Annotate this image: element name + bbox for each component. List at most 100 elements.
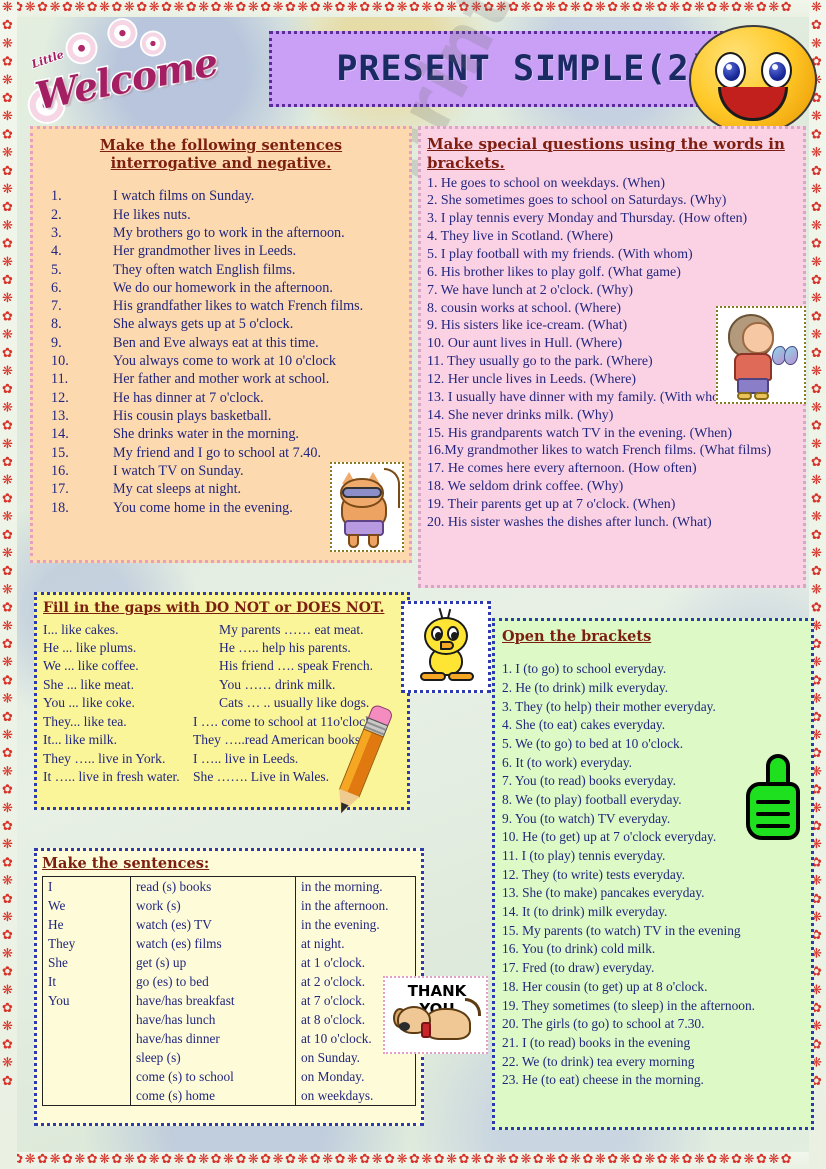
flower-col-left: ❋✿❋✿❋✿❋✿❋✿❋✿❋✿❋✿❋✿❋✿❋✿❋✿❋✿❋✿❋✿❋✿❋✿❋✿❋✿❋✿… [0,0,15,1092]
table-cell-line: They [48,936,76,952]
thumbs-up-icon [740,752,816,848]
cat-sunglasses [342,487,382,498]
border-flowers-top: ❋✿❋✿❋✿❋✿❋✿❋✿❋✿❋✿❋✿❋✿❋✿❋✿❋✿❋✿❋✿❋✿❋✿❋✿❋✿❋✿… [0,0,826,17]
list-item-text: She drinks water in the morning. [113,426,299,443]
list-item-number: 15. [51,444,69,461]
list-item: 5. I play football with my friends. (Wit… [427,246,693,262]
butterfly-wing-right [784,346,798,365]
gap-sentence-left: We ... like coffee. [43,658,139,674]
smiley-eye-right [761,52,792,89]
table-cell-line: get (s) up [136,955,187,971]
tweety-foot-left [420,672,446,681]
list-item: 16. You (to drink) cold milk. [502,941,656,957]
table-cell-line: in the afternoon. [301,898,389,914]
table-cell-line: have/has lunch [136,1012,216,1028]
girl-shoe-right [754,392,769,400]
smiley-pupil-right [769,62,786,81]
table-cell-line: come (s) home [136,1088,216,1104]
list-item: She ... like meat. You …… drink milk. [43,676,401,694]
list-item-text: You always come to work at 10 o'clock [113,353,336,370]
table-cell-line: go (es) to bed [136,974,209,990]
list-item: 11. I (to play) tennis everyday. [502,848,666,863]
list-item: 8. She always gets up at 5 o'clock. [51,315,409,333]
list-item-text: She always gets up at 5 o'clock. [113,316,294,333]
smiley-eye-left [715,52,746,89]
list-item: 12. They (to write) tests everyday. [502,866,685,882]
list-item: 19. They sometimes (to sleep) in the aft… [502,997,755,1013]
list-item-number: 13. [51,408,69,424]
list-item: 5. They often watch English films. [51,261,409,279]
header: Little Welcome PRESENT SIMPLE(2) [17,17,817,135]
smiley-face-icon [689,25,817,135]
table-cell-line: She [48,955,68,971]
list-item: You ... like coke. Cats … .. usually like… [43,694,401,712]
table-cell-line: We [48,898,66,914]
list-item: 15. My parents (to watch) TV in the even… [502,922,741,938]
border-flowers-left: ❋✿❋✿❋✿❋✿❋✿❋✿❋✿❋✿❋✿❋✿❋✿❋✿❋✿❋✿❋✿❋✿❋✿❋✿❋✿❋✿… [0,0,17,1169]
list-item: 15. My friend and I go to school at 7.40. [51,444,409,462]
list-item: We ... like coffee. His friend …. speak F… [43,657,401,675]
list-item: 23. He (to eat) cheese in the morning. [502,1072,704,1088]
gap-sentence-left: She ... like meat. [43,676,134,692]
table-cell-line: It [48,974,57,990]
girl-face [742,322,774,354]
list-item: 6. We do our homework in the afternoon. [51,279,409,297]
list-item-text: I watch TV on Sunday. [113,462,244,479]
list-item-number: 5. [51,261,62,278]
thumb-fist [746,782,800,840]
list-item: 14. It (to drink) milk everyday. [502,904,668,920]
flower-row-top: ❋✿❋✿❋✿❋✿❋✿❋✿❋✿❋✿❋✿❋✿❋✿❋✿❋✿❋✿❋✿❋✿❋✿❋✿❋✿❋✿… [0,0,794,15]
list-item: 3. My brothers go to work in the afternoo… [51,224,409,242]
tweety-foot-right [448,672,474,681]
make-sentences-table: I We He They She It You read (s) books work (s)… [42,876,416,1107]
list-item: 4. They live in Scotland. (Where) [427,229,614,245]
gap-sentence-left: He ... like plums. [43,639,137,655]
list-item-text: Her father and mother work at school. [113,371,330,388]
table-cell-line: have/has dinner [136,1031,220,1047]
list-item-number: 1. [51,188,62,205]
thumb-knuckle-line [756,800,790,804]
table-cell-line: at 1 o'clock. [301,955,366,971]
table-cell-line: come (s) to school [136,1069,234,1085]
thank-you-dog-icon: THANK YOU [383,976,488,1054]
list-item: 4. She (to eat) cakes everyday. [502,717,666,733]
list-item-number: 18. [51,499,69,516]
page-title: PRESENT SIMPLE(2) [336,49,712,89]
list-item-text: You come home in the evening. [113,499,293,516]
list-item: 1. I watch films on Sunday. [51,187,409,205]
list-item-text: His cousin plays basketball. [113,408,272,424]
list-item: 12. He has dinner at 7 o'clock. [51,389,409,407]
list-item-text: He likes nuts. [113,206,191,223]
exercise-title: Make the sentences: [42,855,210,872]
list-item-number: 6. [51,279,62,296]
list-item: 14. She drinks water in the morning. [51,425,409,443]
list-item: 2. He likes nuts. [51,206,409,224]
gap-sentence-left: It ….. live in fresh water. [43,769,180,785]
list-item: 13. She (to make) pancakes everyday. [502,885,705,901]
tweety-beak [440,641,454,650]
dog-body [425,1008,471,1040]
list-item: 17. Fred (to draw) everyday. [502,960,655,976]
list-item-text: He has dinner at 7 o'clock. [113,389,264,406]
list-item: 6. His brother likes to play golf. (What… [427,264,681,280]
list-item: 18. We seldom drink coffee. (Why) [427,479,624,495]
gap-sentence-left: You ... like coke. [43,695,135,711]
list-item-number: 9. [51,334,62,351]
table-cell-line: I [48,879,53,895]
table-cell-line: watch (es) films [136,936,222,952]
girl-with-butterfly-icon [716,306,806,404]
list-item: 17. He comes here every afternoon. (How … [427,461,697,477]
list-item: 1. I (to go) to school everyday. [502,661,667,677]
gap-sentence-right: His friend …. speak French. [219,658,374,674]
thumb-knuckle-line [756,812,790,816]
table-cell-line: on weekdays. [301,1088,374,1104]
flower-row-bottom: ❋✿❋✿❋✿❋✿❋✿❋✿❋✿❋✿❋✿❋✿❋✿❋✿❋✿❋✿❋✿❋✿❋✿❋✿❋✿❋✿… [0,1152,794,1167]
list-item: 1. He goes to school on weekdays. (When) [427,175,666,191]
list-item: 3. They (to help) their mother everyday. [502,698,716,714]
list-item: 11. Her father and mother work at school. [51,370,409,388]
list-item: 3. I play tennis every Monday and Thursd… [427,211,748,227]
list-item-number: 17. [51,481,69,498]
list-item: I... like cakes. My parents …… eat meat. [43,621,401,639]
welcome-badge: Little Welcome [12,7,222,144]
list-item-number: 16. [51,462,69,479]
